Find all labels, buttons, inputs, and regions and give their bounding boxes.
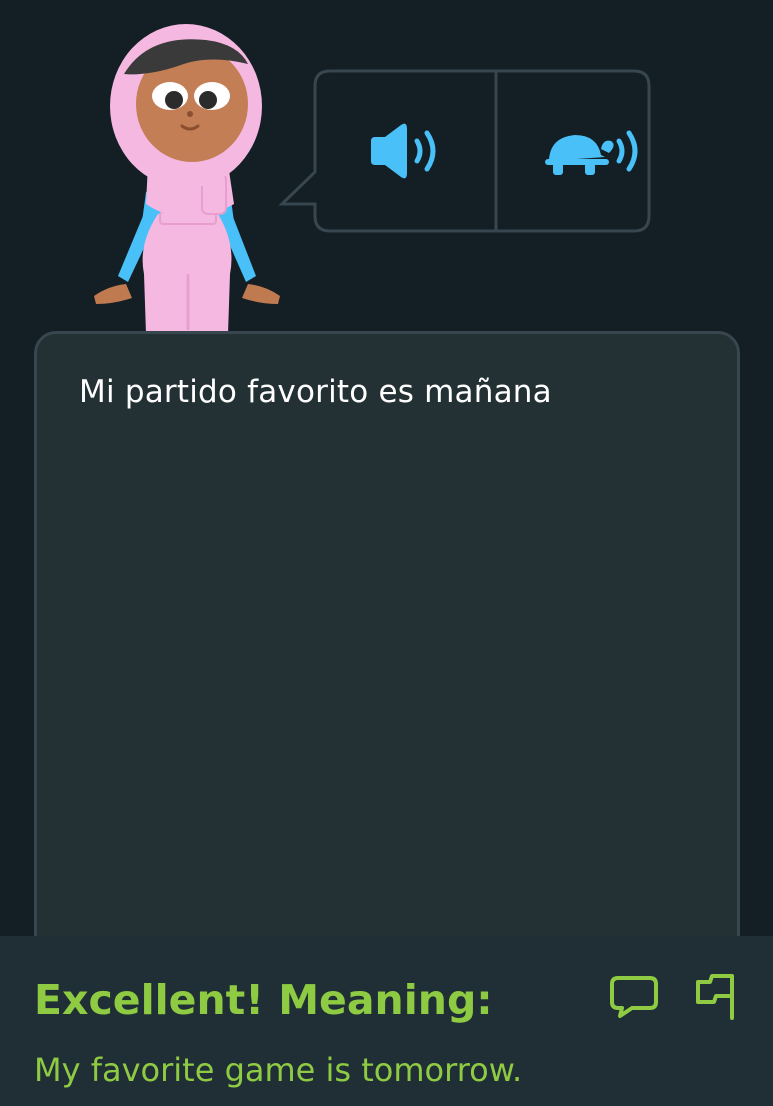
comment-icon[interactable]	[610, 972, 658, 1020]
exercise-screen: Mi partido favorito es mañana Excellent!…	[0, 0, 773, 1106]
answer-text: Mi partido favorito es mañana	[79, 374, 552, 410]
answer-text-area[interactable]: Mi partido favorito es mañana	[34, 331, 740, 971]
feedback-meaning: My favorite game is tomorrow.	[34, 1051, 523, 1089]
speaker-icon	[371, 123, 436, 179]
flag-icon[interactable]	[694, 972, 742, 1020]
feedback-title: Excellent! Meaning:	[34, 976, 493, 1024]
play-slow-audio-button[interactable]	[500, 72, 682, 230]
turtle-speaker-icon	[545, 130, 638, 175]
character-illustration	[94, 24, 280, 334]
play-audio-button[interactable]	[314, 72, 496, 230]
audio-bubble	[278, 68, 684, 234]
feedback-panel: Excellent! Meaning: My favorite game is …	[0, 936, 773, 1106]
